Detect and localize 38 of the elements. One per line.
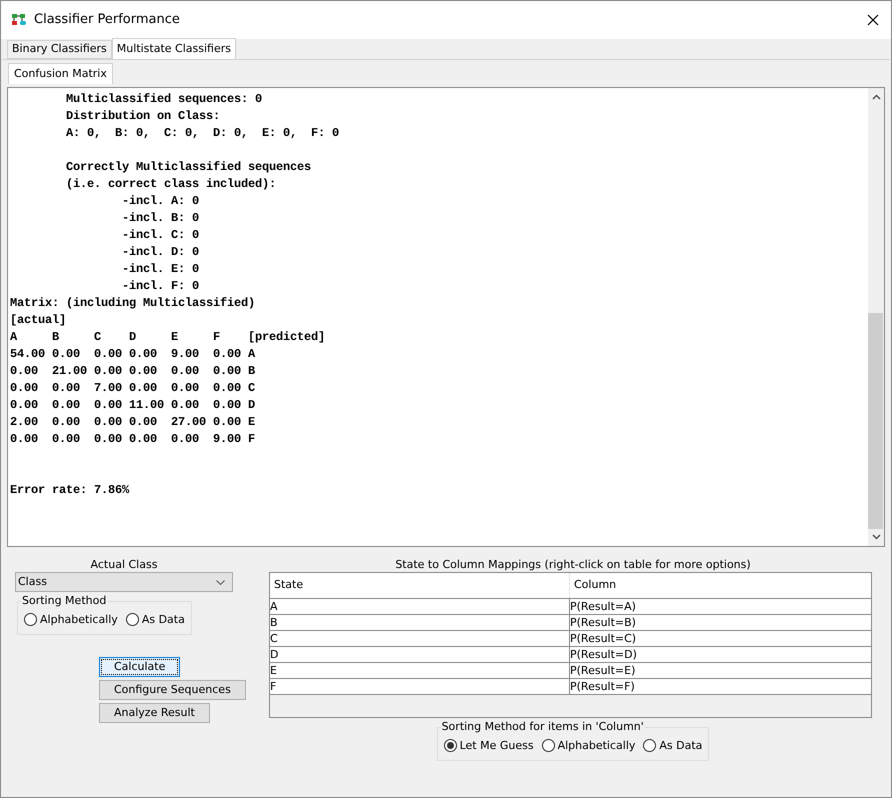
radio-button[interactable] bbox=[444, 739, 457, 752]
scrollbar[interactable] bbox=[868, 88, 884, 546]
group-title: Sorting Method bbox=[21, 593, 108, 609]
group-title: Sorting Method for items in 'Column' bbox=[440, 719, 645, 735]
table-cell-text: P(Result=A) bbox=[570, 599, 637, 614]
action-button[interactable]: Analyze Result bbox=[99, 703, 210, 723]
table-cell: F bbox=[270, 679, 570, 694]
class-dropdown[interactable]: Class bbox=[15, 572, 233, 592]
tab[interactable]: Multistate Classifiers bbox=[112, 38, 236, 59]
table-cell-text: P(Result=B) bbox=[570, 615, 637, 630]
table-title: State to Column Mappings (right-click on table for more options) bbox=[395, 557, 751, 572]
action-button[interactable]: Calculate bbox=[99, 657, 180, 677]
radio-button[interactable] bbox=[542, 739, 555, 752]
scroll-down-icon[interactable] bbox=[872, 534, 880, 540]
column-header[interactable]: Column bbox=[570, 573, 871, 598]
radio-button[interactable] bbox=[643, 739, 656, 752]
radio-label: As Data bbox=[142, 612, 185, 628]
scroll-thumb[interactable] bbox=[868, 313, 883, 529]
tab[interactable]: Binary Classifiers bbox=[7, 40, 112, 59]
report-text: Multiclassified sequences: 0 Distribution on Class: A: 0, B: 0, C: 0, D: 0, E: 0, F: 0 Correctly Multiclassified sequences (i.e. correct class included): -incl. A: 0 -incl. B: 0 -incl. C: 0 -incl. D: 0 -incl. E: 0 -incl. F: 0 Matrix: (including Multiclassified) [actual] A B C D E F [predicted] 54.00 0.00 0.00 0.00 9.00 0.00 A 0.00 21.00 0.00 0.00 0.00 0.00 B 0.00 0.00 7.00 0.00 0.00 0.00 C 0.00 0.00 0.00 11.00 0.00 0.00 D 2.00 0.00 0.00 0.00 27.00 0.00 E 0.00 0.00 0.00 0.00 0.00 9.00 F Error rate: 7.86% bbox=[9, 91, 340, 499]
chevron-down-icon bbox=[216, 580, 225, 584]
app-icon bbox=[11, 13, 27, 27]
table-cell-text: P(Result=F) bbox=[570, 679, 636, 694]
table-cell-text: P(Result=D) bbox=[570, 647, 638, 662]
tab[interactable]: Confusion Matrix bbox=[8, 63, 113, 84]
radio-button[interactable] bbox=[126, 613, 139, 626]
radio-label: Let Me Guess bbox=[460, 738, 534, 754]
table-cell-text: P(Result=C) bbox=[570, 631, 638, 646]
close-icon[interactable] bbox=[867, 14, 879, 26]
table-cell-text: P(Result=E) bbox=[570, 663, 636, 678]
radio-label: Alphabetically bbox=[558, 738, 636, 754]
radio-label: Alphabetically bbox=[40, 612, 118, 628]
radio-label: As Data bbox=[659, 738, 702, 754]
radio-button[interactable] bbox=[24, 613, 37, 626]
field-label: Actual Class bbox=[90, 557, 158, 572]
window-title: Classifier Performance bbox=[34, 11, 180, 30]
action-button[interactable]: Configure Sequences bbox=[99, 680, 246, 700]
scroll-up-icon[interactable] bbox=[872, 94, 880, 100]
